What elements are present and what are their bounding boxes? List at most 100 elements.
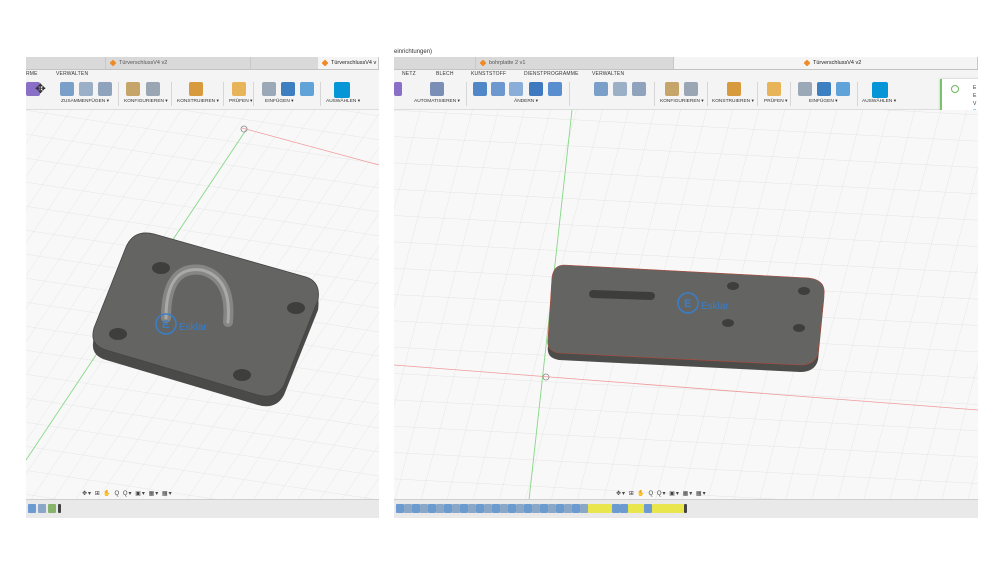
measure-icon[interactable] [232,82,246,96]
timeline-step[interactable] [452,504,460,513]
combine-icon[interactable] [548,82,562,96]
insert-image-icon[interactable] [836,82,850,96]
timeline-step[interactable] [588,504,596,513]
document-tab-1[interactable] [394,57,476,69]
configure-icon[interactable] [126,82,140,96]
plane-icon[interactable] [189,82,203,96]
timeline-step[interactable] [28,504,36,513]
as-built-joint-icon[interactable] [98,82,112,96]
document-tab-3[interactable]: TürverschlussV4 v [318,57,379,69]
group-configure[interactable]: KONFIGURIEREN ▾ [124,99,168,104]
group-select[interactable]: AUSWÄHLEN ▾ [862,99,896,104]
tool-icon[interactable] [394,82,402,96]
menu-dienstprogramme[interactable]: DIENSTPROGRAMME [524,70,579,79]
menu-netz[interactable]: NETZ [402,70,416,79]
timeline-marker[interactable] [684,504,687,513]
timeline-step[interactable] [556,504,564,513]
mounting-plate-model[interactable]: E Esklar [547,264,825,372]
timeline-step[interactable] [548,504,556,513]
shell-icon[interactable] [529,82,543,96]
group-construct[interactable]: KONSTRUIEREN ▾ [177,99,219,104]
timeline-step[interactable] [644,504,652,513]
timeline-step[interactable] [532,504,540,513]
timeline-step[interactable] [436,504,444,513]
group-insert[interactable]: EINFÜGEN ▾ [265,99,294,104]
timeline-step[interactable] [428,504,436,513]
group-inspect[interactable]: PRÜFEN ▾ [229,99,252,104]
timeline-step[interactable] [468,504,476,513]
timeline-step[interactable] [48,504,56,513]
group-configure[interactable]: KONFIGURIEREN ▾ [660,99,704,104]
group-modify[interactable]: ÄNDERN ▾ [514,99,538,104]
joint-icon[interactable] [613,82,627,96]
joint-icon[interactable] [79,82,93,96]
3d-viewport[interactable]: E Esklar ✥▾ ⊞ ✋ Q Q▾ ▣▾ ▦▾ ▦▾ [26,110,379,500]
timeline-step[interactable] [628,504,636,513]
document-tab-2[interactable]: bohrplatte 2 v1 [476,57,674,69]
insert-image-icon[interactable] [300,82,314,96]
document-tab-3[interactable]: TürverschlussV4 v2 [674,57,978,69]
timeline-step[interactable] [420,504,428,513]
insert-derive-icon[interactable] [798,82,812,96]
insert-derive-icon[interactable] [262,82,276,96]
timeline-step[interactable] [596,504,604,513]
insert-plus-icon[interactable] [817,82,831,96]
document-tab-2[interactable]: TürverschlussV4 v2 [106,57,251,69]
timeline-step[interactable] [38,504,46,513]
menu-verwalten[interactable]: VERWALTEN [592,70,624,79]
measure-icon[interactable] [767,82,781,96]
plane-icon[interactable] [727,82,741,96]
timeline-step[interactable] [652,504,660,513]
timeline-step[interactable] [604,504,612,513]
timeline-step[interactable] [484,504,492,513]
menu-kunststoff[interactable]: KUNSTSTOFF [471,70,506,79]
timeline-step[interactable] [572,504,580,513]
timeline-step[interactable] [412,504,420,513]
menu-first[interactable]: RME [26,70,38,79]
new-component-icon[interactable] [60,82,74,96]
automate-icon[interactable] [430,82,444,96]
table-icon[interactable] [684,82,698,96]
timeline-step[interactable] [500,504,508,513]
3d-viewport[interactable]: E Esklar ✥▾ ⊞ ✋ Q Q▾ ▣▾ ▦▾ ▦▾ [394,110,978,500]
timeline-step[interactable] [460,504,468,513]
timeline-step[interactable] [540,504,548,513]
select-arrow-icon[interactable] [872,82,888,98]
group-insert[interactable]: EINFÜGEN ▾ [809,99,838,104]
timeline-step[interactable] [564,504,572,513]
press-pull-icon[interactable] [473,82,487,96]
insert-plus-icon[interactable] [281,82,295,96]
fillet-icon[interactable] [491,82,505,96]
move-icon[interactable]: ✥ [35,82,49,96]
timeline-step[interactable] [620,504,628,513]
timeline-marker[interactable] [58,504,61,513]
timeline-step[interactable] [444,504,452,513]
timeline-step[interactable] [660,504,668,513]
chamfer-icon[interactable] [509,82,523,96]
timeline-step[interactable] [404,504,412,513]
group-select[interactable]: AUSWÄHLEN ▾ [326,99,360,104]
timeline-step[interactable] [524,504,532,513]
table-icon[interactable] [146,82,160,96]
group-construct[interactable]: KONSTRUIEREN ▾ [712,99,754,104]
document-tab-1[interactable] [26,57,106,69]
menu-blech[interactable]: BLECH [436,70,454,79]
timeline-step[interactable] [508,504,516,513]
menu-verwalten[interactable]: VERWALTEN [56,70,88,79]
timeline-step[interactable] [636,504,644,513]
select-arrow-icon[interactable] [334,82,350,98]
timeline-step[interactable] [676,504,684,513]
as-built-joint-icon[interactable] [632,82,646,96]
timeline-step[interactable] [476,504,484,513]
group-automate[interactable]: AUTOMATISIEREN ▾ [414,99,460,104]
timeline-step[interactable] [396,504,404,513]
timeline-step[interactable] [516,504,524,513]
group-inspect[interactable]: PRÜFEN ▾ [764,99,787,104]
new-component-icon[interactable] [594,82,608,96]
timeline-step[interactable] [492,504,500,513]
timeline-step[interactable] [580,504,588,513]
timeline-step[interactable] [612,504,620,513]
group-assemble[interactable]: ZUSAMMENFÜGEN ▾ [61,99,109,104]
timeline-step[interactable] [668,504,676,513]
configure-icon[interactable] [665,82,679,96]
